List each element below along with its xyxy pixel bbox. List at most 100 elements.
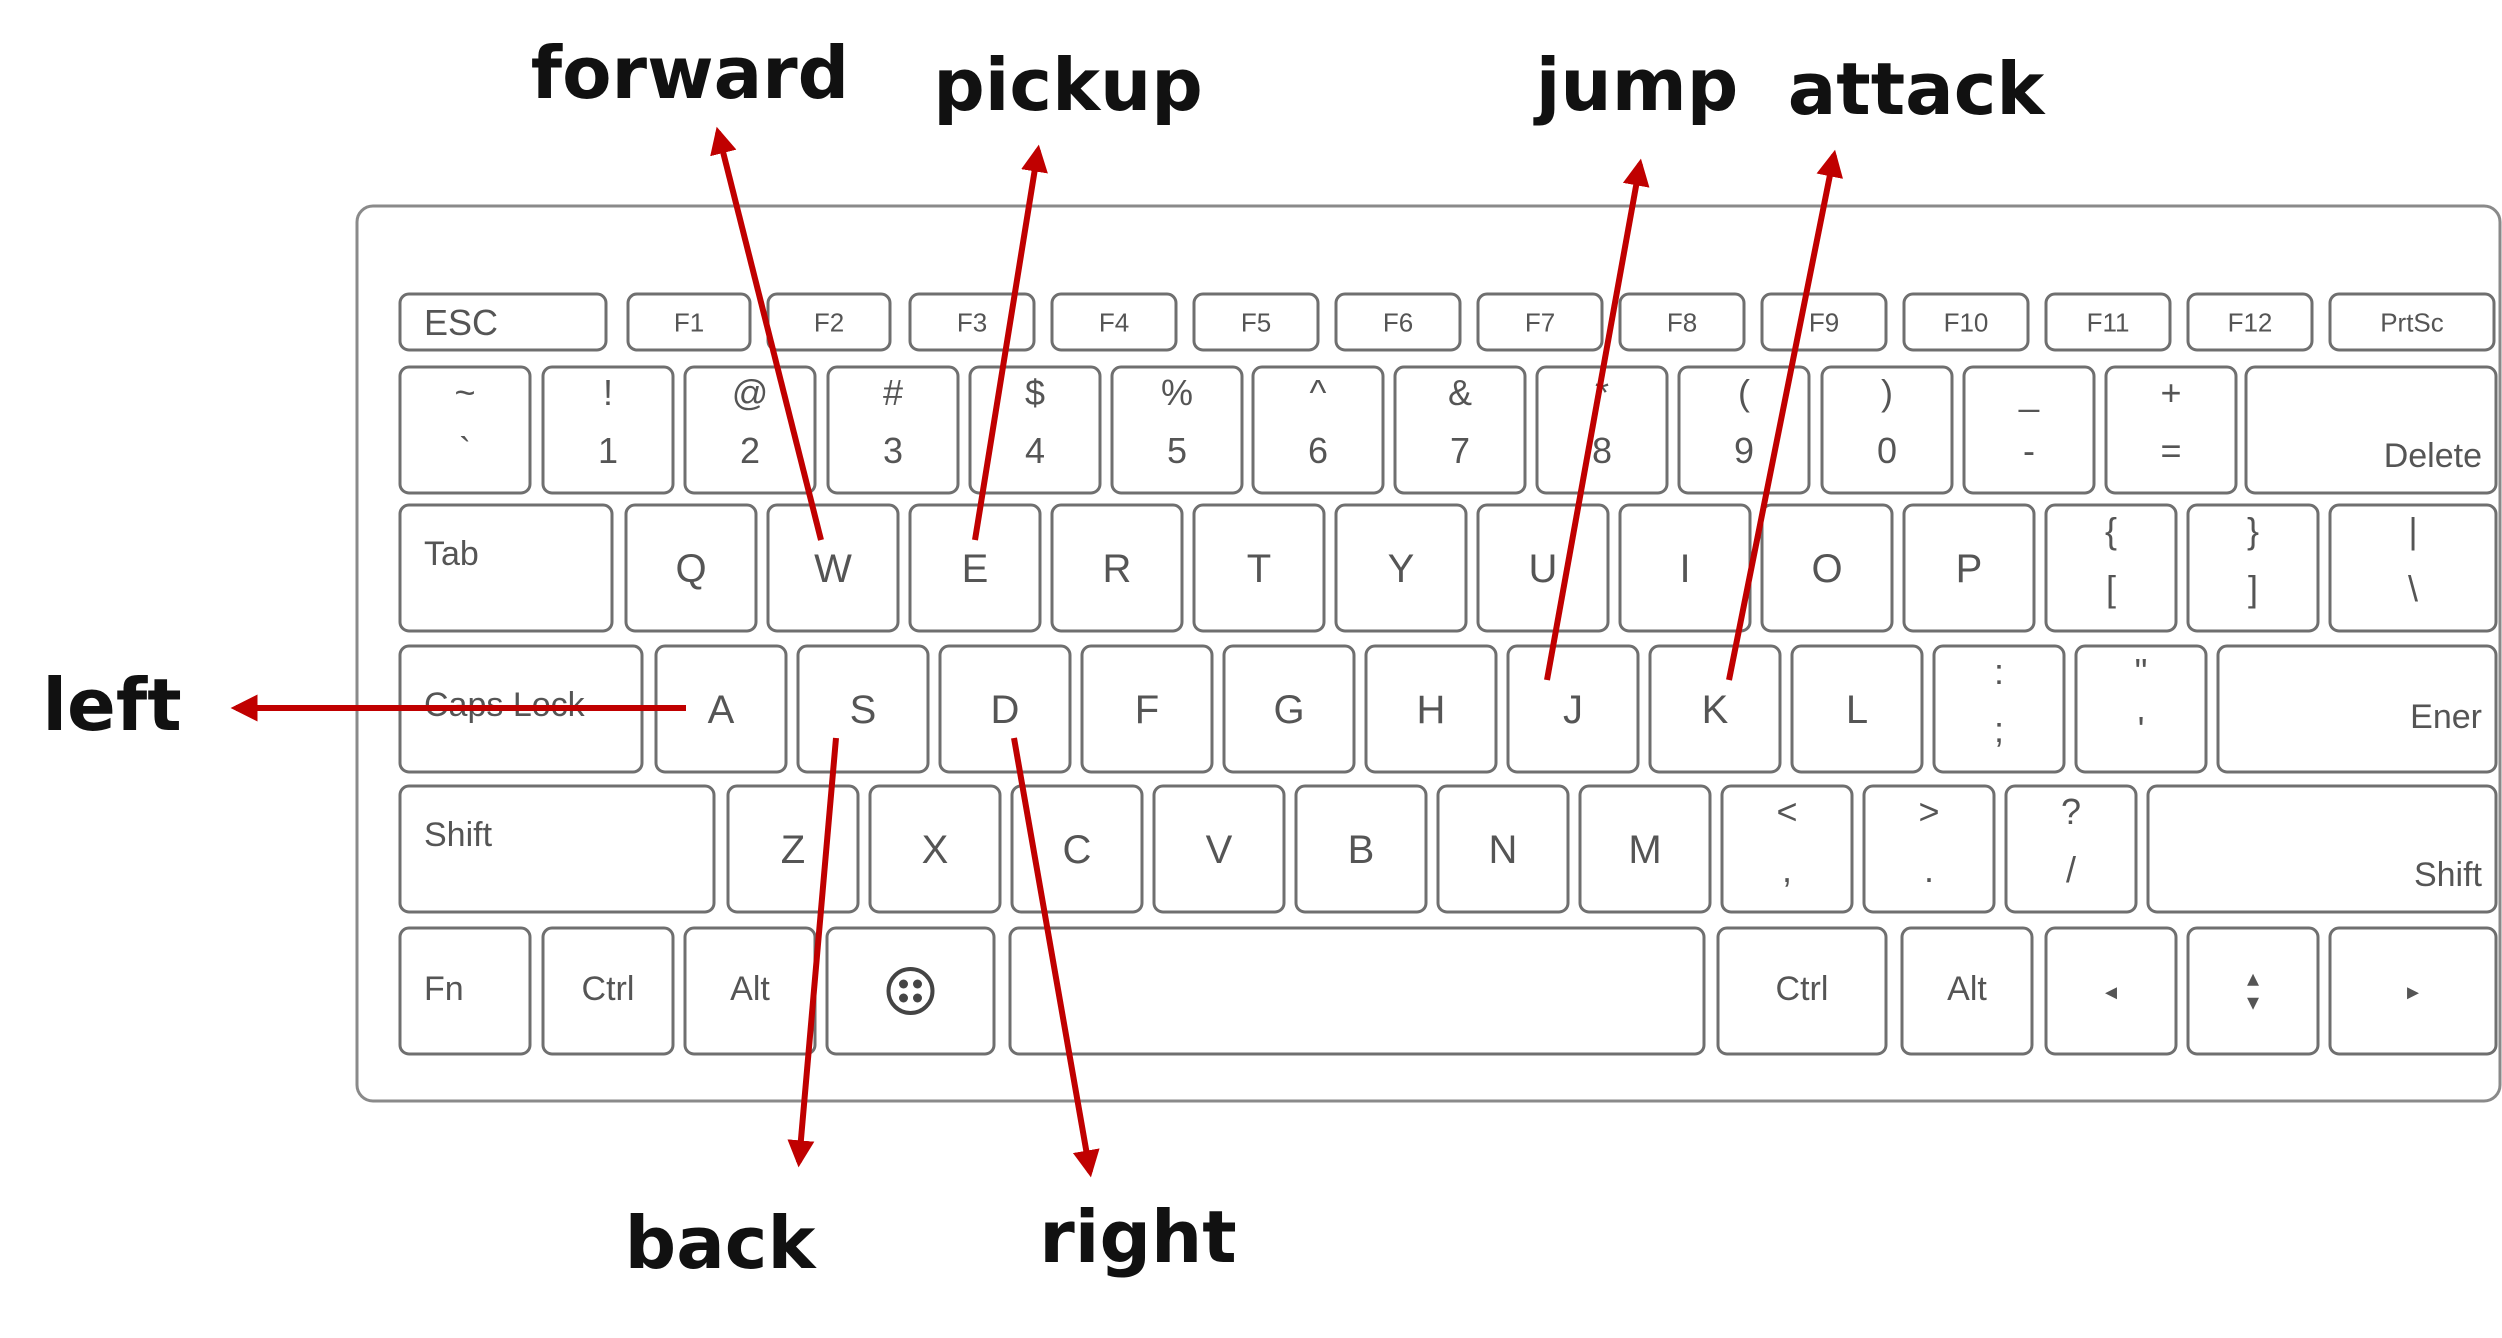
key-w-legend-0: W: [814, 547, 852, 591]
key-f7[interactable]: F7: [1476, 292, 1604, 352]
key-minus[interactable]: _-: [1962, 365, 2096, 495]
key-b-legend-0: B: [1348, 828, 1375, 872]
key-enter-legend-0: Ener: [2410, 698, 2482, 736]
key-quote[interactable]: "': [2074, 644, 2208, 774]
key-7[interactable]: &7: [1393, 365, 1527, 495]
key-f11-legend-0: F11: [2087, 307, 2130, 337]
key-lalt[interactable]: Alt: [683, 926, 817, 1056]
key-comma[interactable]: <,: [1720, 784, 1854, 914]
key-tab[interactable]: Tab: [398, 503, 614, 633]
key-enter[interactable]: Ener: [2216, 644, 2498, 774]
key-0[interactable]: )0: [1820, 365, 1954, 495]
key-period-legend-1: .: [1924, 849, 1934, 890]
key-q[interactable]: Q: [624, 503, 758, 633]
key-win-cap: [825, 926, 996, 1056]
key-1[interactable]: !1: [541, 365, 675, 495]
key-rshift[interactable]: Shift: [2146, 784, 2498, 914]
key-d-legend-0: D: [991, 688, 1020, 732]
key-6[interactable]: ^6: [1251, 365, 1385, 495]
key-f1[interactable]: F1: [626, 292, 752, 352]
key-h[interactable]: H: [1364, 644, 1498, 774]
key-j-legend-0: J: [1563, 688, 1583, 732]
key-n-legend-0: N: [1489, 828, 1518, 872]
key-f10[interactable]: F10: [1902, 292, 2030, 352]
key-j[interactable]: J: [1506, 644, 1640, 774]
key-k[interactable]: K: [1648, 644, 1782, 774]
key-slash-legend-0: ?: [2061, 791, 2081, 832]
key-l[interactable]: L: [1790, 644, 1924, 774]
key-period-legend-0: >: [1918, 791, 1939, 832]
key-slash[interactable]: ?/: [2004, 784, 2138, 914]
label-pickup: pickup: [933, 43, 1203, 127]
key-9-legend-0: (: [1738, 372, 1750, 413]
key-f8[interactable]: F8: [1618, 292, 1746, 352]
key-p[interactable]: P: [1902, 503, 2036, 633]
key-z[interactable]: Z: [726, 784, 860, 914]
key-s[interactable]: S: [796, 644, 930, 774]
key-n[interactable]: N: [1436, 784, 1570, 914]
key-prtsc[interactable]: PrtSc: [2328, 292, 2496, 352]
key-a-legend-0: A: [708, 688, 735, 732]
key-equals[interactable]: +=: [2104, 365, 2238, 495]
key-3[interactable]: #3: [826, 365, 960, 495]
key-f[interactable]: F: [1080, 644, 1214, 774]
key-ralt-legend-0: Alt: [1947, 970, 1987, 1008]
key-u-legend-0: U: [1529, 547, 1558, 591]
key-backtick[interactable]: ~`: [398, 365, 532, 495]
key-f2[interactable]: F2: [766, 292, 892, 352]
key-u[interactable]: U: [1476, 503, 1610, 633]
key-0-legend-0: ): [1881, 372, 1893, 413]
key-f5[interactable]: F5: [1192, 292, 1320, 352]
key-o[interactable]: O: [1760, 503, 1894, 633]
key-esc[interactable]: ESC: [398, 292, 608, 352]
key-v[interactable]: V: [1152, 784, 1286, 914]
key-g[interactable]: G: [1222, 644, 1356, 774]
key-w[interactable]: W: [766, 503, 900, 633]
key-rbracket[interactable]: }]: [2186, 503, 2320, 633]
key-b[interactable]: B: [1294, 784, 1428, 914]
key-y[interactable]: Y: [1334, 503, 1468, 633]
key-f6[interactable]: F6: [1334, 292, 1462, 352]
key-right[interactable]: ▸: [2328, 926, 2498, 1056]
key-f-legend-0: F: [1135, 688, 1159, 732]
key-updown[interactable]: ▴▾: [2186, 926, 2320, 1056]
key-fn[interactable]: Fn: [398, 926, 532, 1056]
key-d[interactable]: D: [938, 644, 1072, 774]
key-4[interactable]: $4: [968, 365, 1102, 495]
key-5[interactable]: %5: [1110, 365, 1244, 495]
key-m[interactable]: M: [1578, 784, 1712, 914]
key-space[interactable]: [1008, 926, 1706, 1056]
key-y-legend-0: Y: [1388, 547, 1415, 591]
key-f1-legend-0: F1: [674, 307, 704, 337]
key-lctrl-legend-0: Ctrl: [582, 970, 635, 1008]
key-lctrl[interactable]: Ctrl: [541, 926, 675, 1056]
key-win[interactable]: [825, 926, 996, 1056]
key-x[interactable]: X: [868, 784, 1002, 914]
key-f9[interactable]: F9: [1760, 292, 1888, 352]
key-f6-legend-0: F6: [1383, 307, 1413, 337]
key-ralt[interactable]: Alt: [1900, 926, 2034, 1056]
key-semicolon[interactable]: :;: [1932, 644, 2066, 774]
key-quote-legend-1: ': [2138, 709, 2145, 750]
key-t[interactable]: T: [1192, 503, 1326, 633]
key-o-legend-0: O: [1811, 547, 1842, 591]
key-backslash[interactable]: |\: [2328, 503, 2498, 633]
key-left[interactable]: ◂: [2044, 926, 2178, 1056]
key-f11[interactable]: F11: [2044, 292, 2172, 352]
key-f12[interactable]: F12: [2186, 292, 2314, 352]
key-updown-legend-0: ▴: [2247, 965, 2259, 992]
key-f4[interactable]: F4: [1050, 292, 1178, 352]
key-delete[interactable]: Delete: [2244, 365, 2498, 495]
key-lbracket[interactable]: {[: [2044, 503, 2178, 633]
key-rctrl[interactable]: Ctrl: [1716, 926, 1888, 1056]
key-lshift[interactable]: Shift: [398, 784, 716, 914]
key-space-cap: [1008, 926, 1706, 1056]
key-e-legend-0: E: [962, 547, 989, 591]
key-period[interactable]: >.: [1862, 784, 1996, 914]
key-updown-legend-1: ▾: [2247, 989, 2259, 1016]
keyboard-controls-diagram: ESC F1 F2 F3 F4 F5 F6 F7 F8 F9 F10 F11 F12 PrtSc~`!1@…: [42, 31, 2502, 1285]
key-lbracket-legend-0: {: [2105, 510, 2117, 551]
key-i[interactable]: I: [1618, 503, 1752, 633]
label-attack: attack: [1788, 47, 2047, 131]
key-r[interactable]: R: [1050, 503, 1184, 633]
